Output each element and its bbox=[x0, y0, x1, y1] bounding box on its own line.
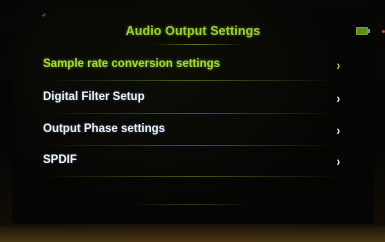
bottom-divider bbox=[132, 204, 252, 205]
menu-item-label: Output Phase settings bbox=[43, 123, 166, 135]
menu-item-digital-filter-setup[interactable]: Digital Filter Setup › bbox=[12, 87, 374, 111]
menu-item-output-phase-settings[interactable]: Output Phase settings › bbox=[12, 119, 374, 143]
page-title: Audio Output Settings bbox=[125, 24, 261, 38]
menu-item-label: Sample rate conversion settings bbox=[43, 58, 221, 70]
device-photo: Audio Output Settings Sample rate conver… bbox=[0, 0, 385, 242]
device-screen: Audio Output Settings Sample rate conver… bbox=[12, 8, 374, 224]
device-bezel bbox=[0, 226, 385, 242]
row-divider bbox=[42, 80, 342, 81]
menu-item-label: Digital Filter Setup bbox=[43, 91, 145, 103]
row-divider bbox=[42, 145, 342, 146]
row-divider bbox=[42, 176, 342, 177]
chevron-right-icon: › bbox=[336, 153, 341, 169]
menu-item-label: SPDIF bbox=[43, 154, 77, 166]
chevron-right-icon: › bbox=[336, 90, 341, 106]
row-divider bbox=[42, 113, 342, 114]
battery-icon bbox=[356, 27, 370, 35]
chevron-right-icon: › bbox=[336, 57, 341, 73]
screen-glare bbox=[41, 13, 47, 17]
menu-item-sample-rate-conversion[interactable]: Sample rate conversion settings › bbox=[12, 54, 374, 78]
title-divider bbox=[152, 44, 242, 45]
chevron-right-icon: › bbox=[336, 122, 341, 138]
menu-item-spdif[interactable]: SPDIF › bbox=[12, 150, 374, 174]
